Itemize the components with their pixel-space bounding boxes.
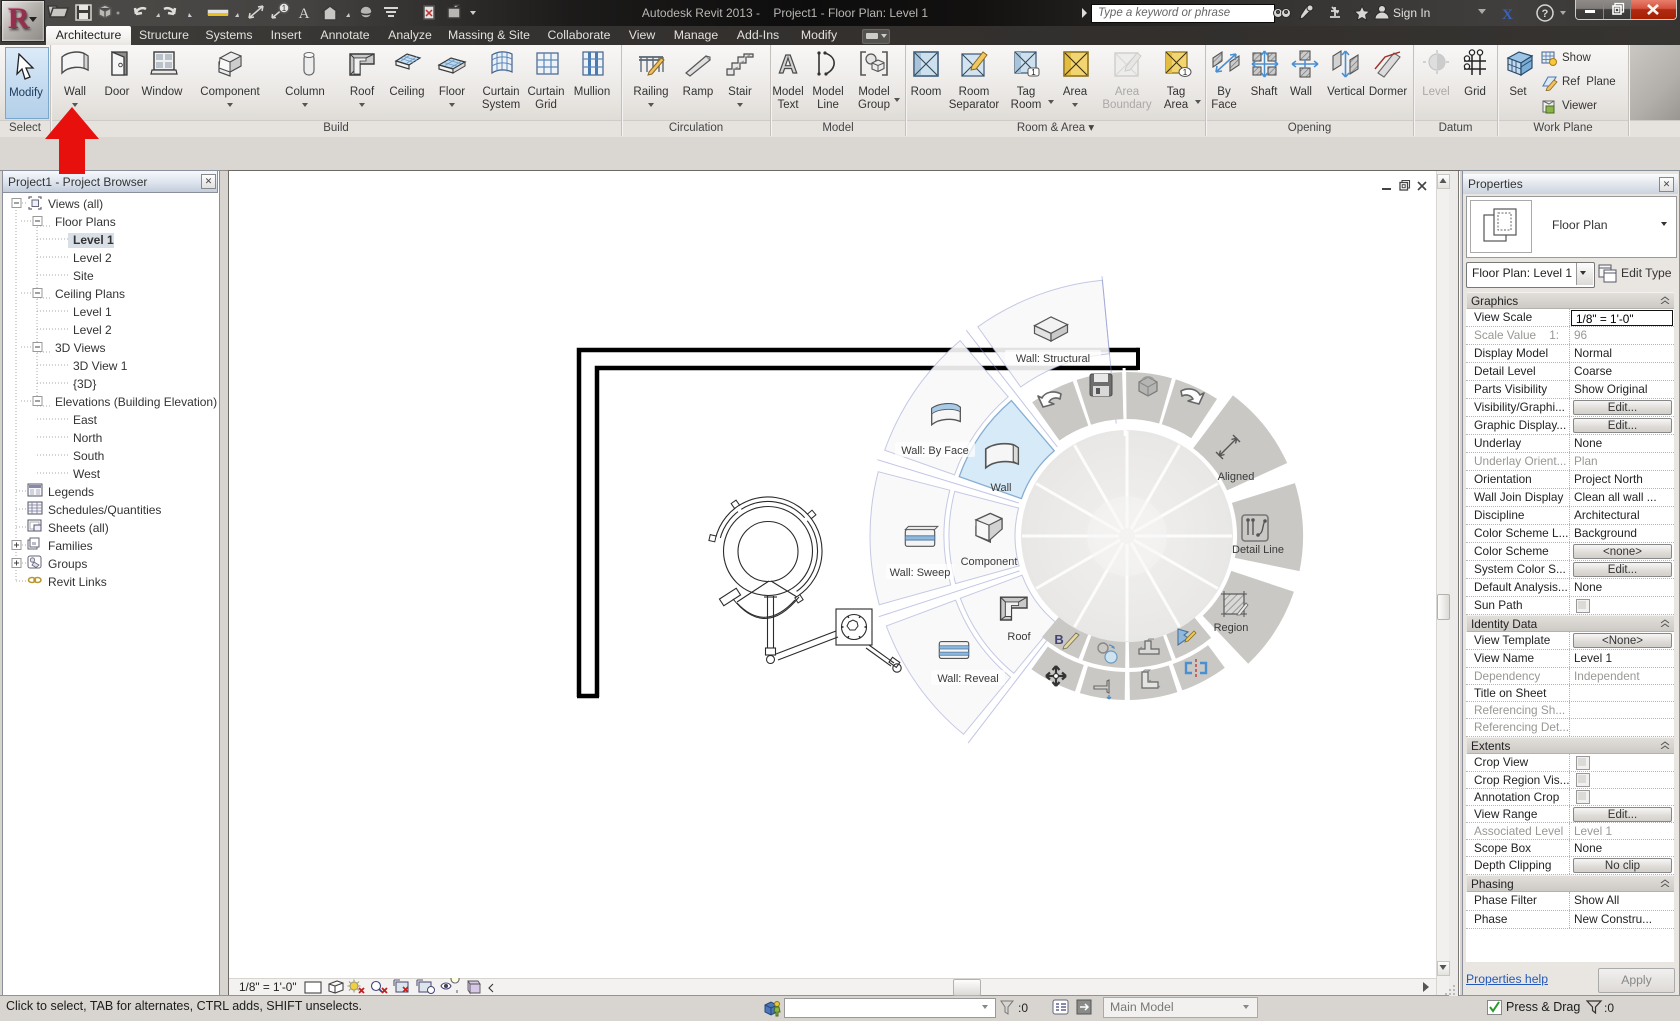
svg-text:A: A <box>299 6 310 22</box>
svg-text:Wall: Structural: Wall: Structural <box>1016 353 1090 365</box>
svg-text:?: ? <box>1542 8 1549 20</box>
svg-text:1: 1 <box>282 4 287 13</box>
svg-text:Region: Region <box>1214 622 1249 634</box>
svg-text:Roof: Roof <box>1007 631 1031 643</box>
svg-text:X: X <box>1502 7 1513 23</box>
svg-text:A: A <box>779 49 798 79</box>
svg-text:Aligned: Aligned <box>1218 471 1255 483</box>
svg-text:Wall: Sweep: Wall: Sweep <box>890 567 951 579</box>
svg-text:1: 1 <box>1183 68 1188 77</box>
svg-text:Wall: Wall <box>991 482 1012 494</box>
svg-text:B: B <box>1054 632 1063 647</box>
svg-text:Component: Component <box>961 556 1018 568</box>
svg-text:Detail Line: Detail Line <box>1232 544 1284 556</box>
svg-text:1: 1 <box>1031 68 1036 77</box>
svg-text:Wall: Reveal: Wall: Reveal <box>937 673 998 685</box>
svg-text:Wall: By Face: Wall: By Face <box>901 445 968 457</box>
